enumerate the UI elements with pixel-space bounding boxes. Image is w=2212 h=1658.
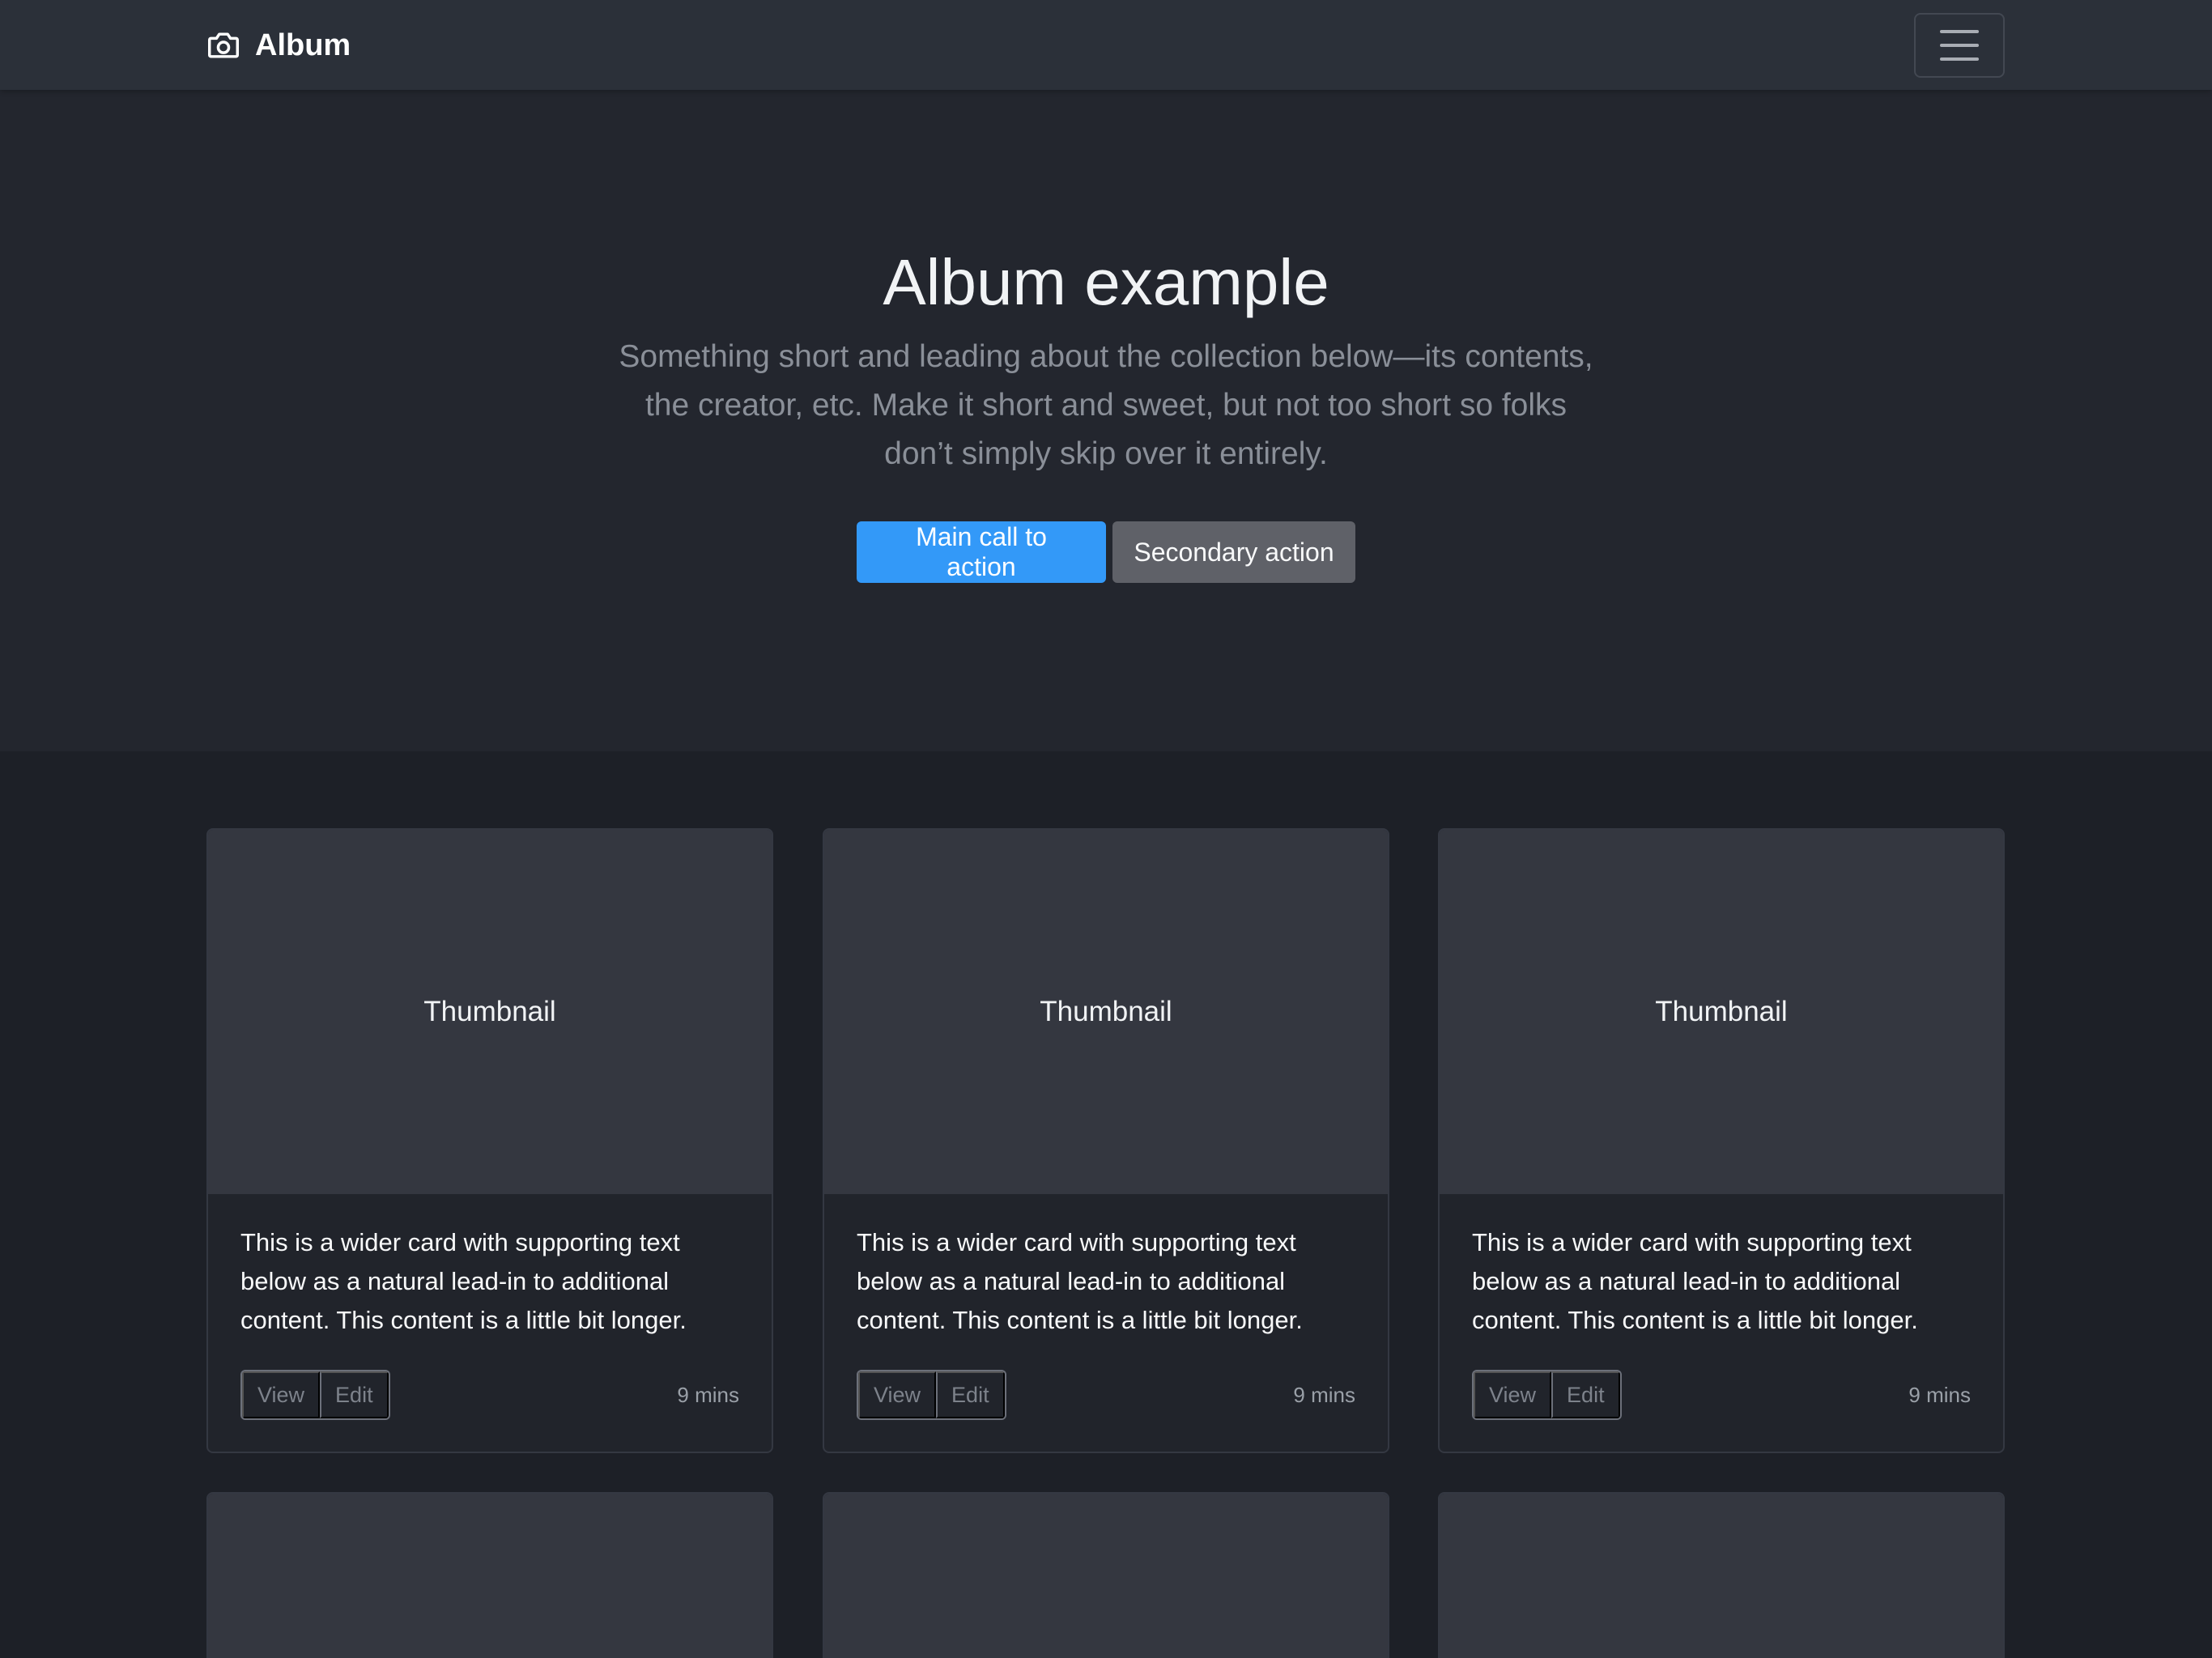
page-title: Album example xyxy=(883,246,1329,318)
view-button[interactable]: View xyxy=(242,1371,321,1418)
album-card-partial xyxy=(823,1492,1389,1658)
edit-button[interactable]: Edit xyxy=(320,1371,389,1418)
album-card-partial xyxy=(206,1492,773,1658)
main-call-to-action-button[interactable]: Main call to action xyxy=(857,521,1106,583)
card-thumbnail: Thumbnail xyxy=(1440,830,2003,1194)
card-text: This is a wider card with supporting tex… xyxy=(857,1228,1303,1334)
card-thumbnail xyxy=(208,1494,772,1658)
view-button[interactable]: View xyxy=(1474,1371,1552,1418)
hamburger-icon xyxy=(1940,30,1979,61)
thumbnail-label: Thumbnail xyxy=(1655,996,1788,1027)
edit-button[interactable]: Edit xyxy=(936,1371,1005,1418)
thumbnail-label: Thumbnail xyxy=(1040,996,1172,1027)
card-time: 9 mins xyxy=(1908,1383,1971,1407)
edit-button[interactable]: Edit xyxy=(1551,1371,1620,1418)
card-thumbnail: Thumbnail xyxy=(824,830,1388,1194)
camera-icon xyxy=(208,32,239,58)
card-thumbnail xyxy=(1440,1494,2003,1658)
card-thumbnail xyxy=(824,1494,1388,1658)
album-card: Thumbnail This is a wider card with supp… xyxy=(1438,828,2005,1453)
thumbnail-label: Thumbnail xyxy=(423,996,556,1027)
navbar-toggler-button[interactable] xyxy=(1914,13,2005,78)
view-button[interactable]: View xyxy=(858,1371,937,1418)
card-button-group: View Edit xyxy=(1472,1370,1622,1420)
album-grid: Thumbnail This is a wider card with supp… xyxy=(0,751,2212,1658)
album-card: Thumbnail This is a wider card with supp… xyxy=(823,828,1389,1453)
card-button-group: View Edit xyxy=(857,1370,1006,1420)
hero-lead: Something short and leading about the co… xyxy=(619,339,1593,471)
card-time: 9 mins xyxy=(1293,1383,1355,1407)
hero-actions: Main call to action Secondary action xyxy=(0,521,2212,583)
brand-link[interactable]: Album xyxy=(206,23,351,68)
card-thumbnail: Thumbnail xyxy=(208,830,772,1194)
hero-section: Album example Something short and leadin… xyxy=(0,90,2212,751)
card-text: This is a wider card with supporting tex… xyxy=(1472,1228,1918,1334)
secondary-action-button[interactable]: Secondary action xyxy=(1112,521,1355,583)
card-text: This is a wider card with supporting tex… xyxy=(240,1228,687,1334)
card-time: 9 mins xyxy=(677,1383,739,1407)
album-card-partial xyxy=(1438,1492,2005,1658)
brand-label: Album xyxy=(255,28,351,62)
navbar: Album xyxy=(0,0,2212,90)
card-button-group: View Edit xyxy=(240,1370,390,1420)
album-card: Thumbnail This is a wider card with supp… xyxy=(206,828,773,1453)
